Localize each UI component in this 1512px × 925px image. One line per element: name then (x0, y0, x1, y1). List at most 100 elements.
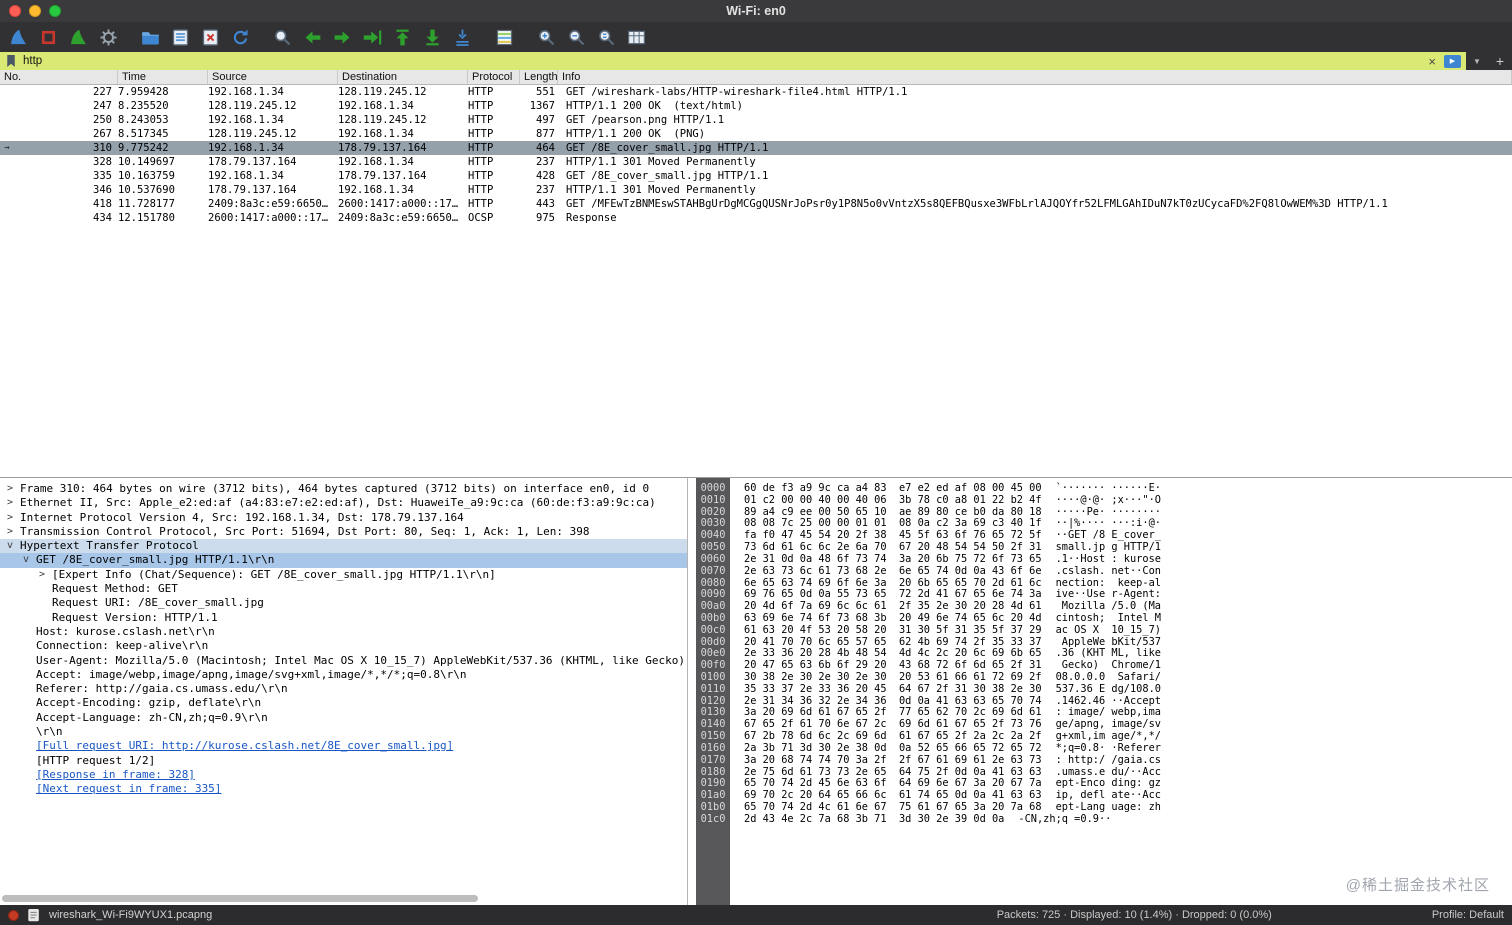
column-header-source[interactable]: Source (208, 70, 338, 84)
hex-row-01c0[interactable]: 01c0 2d 43 4e 2c 7a 68 3b 71 3d 30 2e 39 … (688, 813, 1512, 826)
filter-bookmark-icon[interactable] (5, 54, 17, 68)
detail-line[interactable]: Accept-Language: zh-CN,zh;q=0.9\r\n (0, 711, 687, 725)
packet-row-346[interactable]: 346 10.537690 178.79.137.164 192.168.1.34 HT… (0, 183, 1512, 197)
collapse-arrow-icon[interactable]: v (7, 539, 13, 553)
detail-line[interactable]: v GET /8E_cover_small.jpg HTTP/1.1\r\n (0, 553, 687, 568)
open-file-icon[interactable] (138, 25, 162, 49)
detail-line[interactable]: User-Agent: Mozilla/5.0 (Macintosh; Inte… (0, 654, 687, 668)
hex-row-00c0[interactable]: 00c0 61 63 20 4f 53 20 58 20 31 30 5f 31 … (688, 623, 1512, 637)
column-header-time[interactable]: Time (118, 70, 208, 84)
packet-row-418[interactable]: 418 11.728177 2409:8a3c:e59:6650… 2600:1417… (0, 197, 1512, 211)
column-header-info[interactable]: Info (558, 70, 1512, 84)
detail-line[interactable]: \r\n (0, 725, 687, 739)
close-file-icon[interactable] (198, 25, 222, 49)
packet-row-250[interactable]: 250 8.243053 192.168.1.34 128.119.245.12 HTT… (0, 113, 1512, 127)
colorize-icon[interactable] (492, 25, 516, 49)
hex-ascii: ge/apng, image/sv (1055, 718, 1161, 731)
profile-label[interactable]: Profile: Default (1432, 909, 1504, 921)
detail-line[interactable]: > [Expert Info (Chat/Sequence): GET /8E_c… (0, 568, 687, 582)
expand-arrow-icon[interactable]: > (7, 496, 13, 510)
hex-row-0170[interactable]: 0170 3a 20 68 74 74 70 3a 2f 2f 67 61 69 … (688, 754, 1512, 767)
go-forward-icon[interactable] (330, 25, 354, 49)
detail-line[interactable]: Host: kurose.cslash.net\r\n (0, 625, 687, 639)
detail-line[interactable]: > Transmission Control Protocol, Src Port… (0, 525, 687, 539)
display-filter-input[interactable]: http × ▶ (0, 52, 1466, 70)
detail-line[interactable]: Connection: keep-alive\r\n (0, 639, 687, 653)
cell-length: 428 (536, 170, 555, 182)
auto-scroll-icon[interactable] (450, 25, 474, 49)
zoom-out-icon[interactable] (564, 25, 588, 49)
packet-row-267[interactable]: 267 8.517345 128.119.245.12 192.168.1.34 HTT… (0, 127, 1512, 141)
expand-arrow-icon[interactable]: > (7, 482, 13, 496)
start-capture-icon[interactable] (6, 25, 30, 49)
hex-ascii: `······· ······E· (1055, 482, 1161, 494)
hex-bytes: 61 63 20 4f 53 20 58 20 31 30 5f 31 35 5… (744, 623, 1042, 636)
expand-arrow-icon[interactable]: > (39, 568, 45, 582)
detail-link[interactable]: [Next request in frame: 335] (0, 782, 687, 796)
detail-line[interactable]: Accept: image/webp,image/apng,image/svg+… (0, 668, 687, 682)
capture-options-icon[interactable] (96, 25, 120, 49)
hex-row-0160[interactable]: 0160 2a 3b 71 3d 30 2e 38 0d 0a 52 65 66 … (688, 742, 1512, 755)
packet-row-247[interactable]: 247 8.235520 128.119.245.12 192.168.1.34 HTT… (0, 99, 1512, 113)
expert-info-icon[interactable] (8, 909, 19, 921)
detail-line[interactable]: Request Method: GET (0, 582, 687, 596)
column-header-length[interactable]: Length (520, 70, 558, 84)
go-to-packet-icon[interactable] (360, 25, 384, 49)
expand-arrow-icon[interactable]: > (7, 511, 13, 525)
filter-dropdown-icon[interactable]: ▼ (1466, 52, 1488, 70)
packet-row-335[interactable]: 335 10.163759 192.168.1.34 178.79.137.164 HT… (0, 169, 1512, 183)
cell-no: 328 (93, 156, 112, 168)
hex-bytes: 2e 75 6d 61 73 73 2e 65 64 75 2f 0d 0a 4… (744, 765, 1042, 778)
close-window-button[interactable] (9, 5, 21, 17)
packet-row-227[interactable]: 227 7.959428 192.168.1.34 128.119.245.12 HTT… (0, 85, 1512, 99)
restart-capture-icon[interactable] (66, 25, 90, 49)
column-header-protocol[interactable]: Protocol (468, 70, 520, 84)
stop-capture-icon[interactable] (36, 25, 60, 49)
collapse-arrow-icon[interactable]: v (23, 553, 29, 567)
detail-line[interactable]: Request URI: /8E_cover_small.jpg (0, 596, 687, 610)
filter-add-button[interactable]: + (1488, 52, 1512, 70)
detail-line[interactable]: > Frame 310: 464 bytes on wire (3712 bits… (0, 482, 687, 496)
find-packet-icon[interactable] (270, 25, 294, 49)
packet-row-434[interactable]: 434 12.151780 2600:1417:a000::17… 2409:8a3c… (0, 211, 1512, 225)
cell-length: 237 (536, 184, 555, 196)
packet-row-310[interactable]: → 310 9.775242 192.168.1.34 178.79.137.164 HT… (0, 141, 1512, 155)
detail-line[interactable]: > Internet Protocol Version 4, Src: 192.1… (0, 511, 687, 525)
zoom-window-button[interactable] (49, 5, 61, 17)
zoom-in-icon[interactable] (534, 25, 558, 49)
go-back-icon[interactable] (300, 25, 324, 49)
detail-link[interactable]: [Response in frame: 328] (0, 768, 687, 782)
cell-protocol: HTTP (468, 100, 494, 112)
detail-line[interactable]: v Hypertext Transfer Protocol (0, 539, 687, 554)
packet-row-328[interactable]: 328 10.149697 178.79.137.164 192.168.1.34 HT… (0, 155, 1512, 169)
hex-ascii: ive··Use r-Agent: (1055, 588, 1161, 601)
details-horizontal-scrollbar[interactable] (2, 895, 478, 902)
detail-line[interactable]: > Ethernet II, Src: Apple_e2:ed:af (a4:83… (0, 496, 687, 510)
detail-link[interactable]: [Full request URI: http://kurose.cslash.… (0, 739, 687, 753)
hex-row-0060[interactable]: 0060 2e 31 0d 0a 48 6f 73 74 3a 20 6b 75 … (688, 553, 1512, 566)
hex-row-0010[interactable]: 0010 01 c2 00 00 40 00 40 06 3b 78 c0 a8 … (688, 494, 1512, 507)
capture-comment-icon[interactable] (27, 908, 41, 923)
detail-line[interactable]: Request Version: HTTP/1.1 (0, 611, 687, 625)
detail-line[interactable]: Accept-Encoding: gzip, deflate\r\n (0, 696, 687, 710)
minimize-window-button[interactable] (29, 5, 41, 17)
save-file-icon[interactable] (168, 25, 192, 49)
reload-file-icon[interactable] (228, 25, 252, 49)
hex-row-00b0[interactable]: 00b0 63 69 6e 74 6f 73 68 3b 20 49 6e 74 … (688, 612, 1512, 625)
column-header-destination[interactable]: Destination (338, 70, 468, 84)
column-header-no[interactable]: No. (0, 70, 118, 84)
go-to-bottom-icon[interactable] (420, 25, 444, 49)
go-to-top-icon[interactable] (390, 25, 414, 49)
hex-row-01b0[interactable]: 01b0 65 70 74 2d 4c 61 6e 67 75 61 67 65 … (688, 801, 1512, 814)
detail-line[interactable]: [HTTP request 1/2] (0, 754, 687, 768)
hex-row-0110[interactable]: 0110 35 33 37 2e 33 36 20 45 64 67 2f 31 … (688, 683, 1512, 696)
resize-columns-icon[interactable] (624, 25, 648, 49)
filter-clear-icon[interactable]: × (1428, 55, 1436, 68)
hex-row-0070[interactable]: 0070 2e 63 73 6c 61 73 68 2e 6e 65 74 0d … (688, 565, 1512, 578)
filter-apply-button[interactable]: ▶ (1444, 54, 1461, 68)
cell-source: 192.168.1.34 (208, 142, 284, 154)
detail-line[interactable]: Referer: http://gaia.cs.umass.edu/\r\n (0, 682, 687, 696)
zoom-original-icon[interactable] (594, 25, 618, 49)
cell-destination: 192.168.1.34 (338, 100, 414, 112)
expand-arrow-icon[interactable]: > (7, 525, 13, 539)
